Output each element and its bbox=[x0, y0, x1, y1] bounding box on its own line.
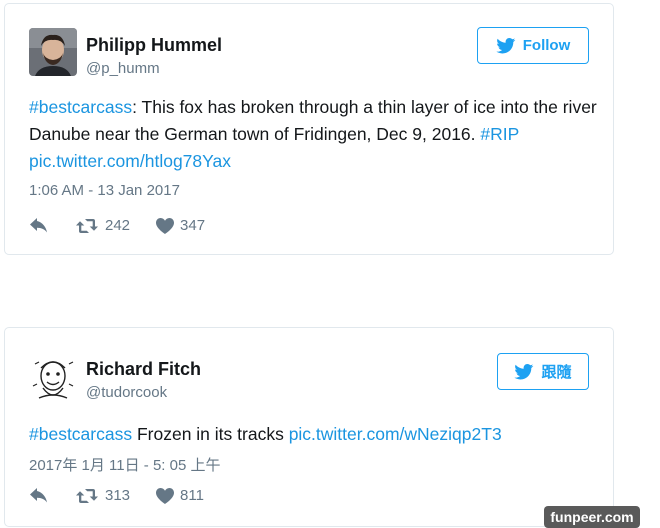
retweet-count: 242 bbox=[105, 217, 131, 234]
like-count: 811 bbox=[180, 487, 204, 504]
follow-button[interactable]: 跟隨 bbox=[497, 353, 589, 390]
tweet-text-body: Frozen in its tracks bbox=[132, 424, 289, 444]
follow-label: Follow bbox=[522, 37, 571, 54]
tweet-actions: 313 811 bbox=[29, 487, 204, 504]
twitter-bird-icon bbox=[514, 363, 534, 379]
like-button[interactable]: 811 bbox=[156, 487, 204, 504]
heart-icon bbox=[156, 217, 175, 234]
reply-icon bbox=[30, 487, 47, 502]
tweet-text: #bestcarcass: This fox has broken throug… bbox=[29, 94, 597, 175]
twitter-bird-icon bbox=[496, 37, 516, 53]
tweet-card: Richard Fitch @tudorcook 跟隨 #bestcarcass… bbox=[4, 327, 614, 527]
user-handle[interactable]: @tudorcook bbox=[86, 384, 167, 401]
display-name[interactable]: Richard Fitch bbox=[86, 359, 201, 380]
retweet-icon bbox=[76, 488, 98, 503]
tweet-actions: 242 347 bbox=[29, 217, 205, 234]
retweet-button[interactable]: 313 bbox=[75, 487, 130, 504]
retweet-count: 313 bbox=[105, 487, 131, 504]
media-link[interactable]: pic.twitter.com/wNeziqp2T3 bbox=[289, 424, 502, 444]
retweet-button[interactable]: 242 bbox=[75, 217, 130, 234]
heart-icon bbox=[156, 487, 175, 504]
tweet-text: #bestcarcass Frozen in its tracks pic.tw… bbox=[29, 421, 597, 448]
reply-button[interactable] bbox=[29, 217, 75, 234]
avatar[interactable] bbox=[29, 28, 77, 76]
hashtag-link[interactable]: #bestcarcass bbox=[29, 424, 132, 444]
user-handle[interactable]: @p_humm bbox=[86, 60, 160, 77]
watermark: funpeer.com bbox=[544, 506, 640, 528]
hashtag-link[interactable]: #bestcarcass bbox=[29, 97, 132, 117]
hashtag-link[interactable]: #RIP bbox=[480, 124, 519, 144]
reply-button[interactable] bbox=[29, 487, 75, 504]
like-button[interactable]: 347 bbox=[156, 217, 205, 234]
retweet-icon bbox=[76, 218, 98, 233]
follow-button[interactable]: Follow bbox=[477, 27, 589, 64]
media-link[interactable]: pic.twitter.com/htlog78Yax bbox=[29, 151, 231, 171]
timestamp[interactable]: 1:06 AM - 13 Jan 2017 bbox=[29, 182, 180, 199]
follow-label: 跟隨 bbox=[541, 364, 572, 381]
avatar[interactable] bbox=[29, 354, 77, 402]
like-count: 347 bbox=[180, 217, 206, 234]
tweet-card: Philipp Hummel @p_humm Follow #bestcarca… bbox=[4, 3, 614, 255]
timestamp[interactable]: 2017年 1月 11日 - 5: 05 上午 bbox=[29, 454, 220, 475]
reply-icon bbox=[30, 217, 47, 232]
display-name[interactable]: Philipp Hummel bbox=[86, 35, 222, 56]
